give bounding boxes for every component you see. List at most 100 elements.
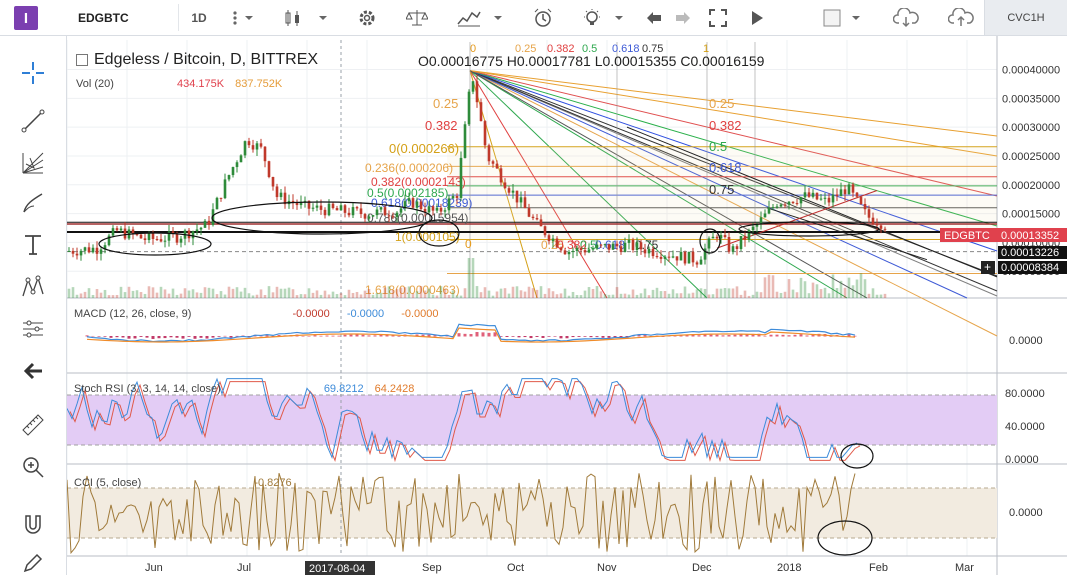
- candle-body: [351, 207, 355, 216]
- volume-bar: [95, 289, 99, 298]
- candle-body: [599, 244, 603, 246]
- candle-body: [239, 155, 243, 163]
- candle-body: [415, 201, 419, 208]
- candle-body: [123, 228, 127, 239]
- volume-bar: [199, 292, 203, 298]
- crosshair-icon[interactable]: [18, 58, 48, 88]
- cci-value: -0.8276: [254, 477, 292, 489]
- interval-menu-icon[interactable]: [222, 4, 258, 31]
- volume-bar: [395, 289, 399, 298]
- stoch-axis-label: 80.0000: [1005, 388, 1045, 400]
- volume-bar: [331, 291, 335, 298]
- candle-body: [439, 207, 443, 212]
- macd-histogram-bar: [373, 335, 377, 337]
- prediction-icon[interactable]: [18, 314, 48, 344]
- candle-body: [603, 244, 607, 246]
- volume-bar: [147, 286, 151, 298]
- volume-bar: [135, 290, 139, 298]
- fib-retr-label: 0.786(0.00015954): [367, 211, 468, 225]
- fullscreen-icon[interactable]: [702, 4, 734, 31]
- candle-body: [319, 205, 323, 210]
- candle-body: [819, 198, 823, 200]
- volume-bar: [619, 293, 623, 298]
- replay-bulb-icon[interactable]: [572, 4, 634, 31]
- back-arrow-icon[interactable]: [18, 356, 48, 386]
- zoom-icon[interactable]: [18, 452, 48, 482]
- settings-gear-icon[interactable]: [350, 4, 384, 31]
- candle-style-icon[interactable]: [275, 4, 335, 31]
- volume-bar: [307, 288, 311, 298]
- app-logo[interactable]: I: [14, 6, 38, 30]
- fib-fan-icon[interactable]: [18, 148, 48, 178]
- volume-bar: [723, 288, 727, 298]
- trend-line-icon[interactable]: [18, 106, 48, 136]
- volume-bar: [767, 274, 771, 298]
- brush-icon[interactable]: [18, 188, 48, 218]
- volume-bar: [251, 295, 255, 298]
- crosshair-date-label: 2017-08-04: [309, 563, 365, 575]
- macd-histogram-bar: [601, 336, 605, 338]
- candle-body: [399, 208, 403, 213]
- candle-body: [271, 176, 275, 187]
- macd-histogram-bar: [103, 336, 107, 337]
- text-tool-icon[interactable]: [18, 230, 48, 260]
- volume-bar: [667, 293, 671, 298]
- stoch-legend: Stoch RSI (3, 3, 14, 14, close) 69.8212 …: [74, 383, 414, 395]
- macd-histogram-bar: [595, 336, 599, 337]
- symbol-search[interactable]: EDGBTC: [72, 4, 179, 31]
- candle-body: [611, 243, 615, 250]
- candle-body: [843, 189, 847, 195]
- compare-scale-icon[interactable]: [397, 4, 437, 31]
- macd-histogram-bar: [775, 334, 779, 337]
- volume-bar: [583, 290, 587, 298]
- candle-body: [491, 161, 495, 164]
- ruler-icon[interactable]: [18, 410, 48, 440]
- candle-body: [203, 220, 207, 228]
- redo-icon[interactable]: [668, 4, 698, 31]
- price-chart[interactable]: 0 0.25 0.382 0.5 0.618 0.75 10.250.3820.50.618…: [67, 36, 1067, 575]
- collapse-icon[interactable]: [76, 53, 88, 66]
- macd-histogram-bar: [805, 335, 809, 337]
- candle-body: [771, 207, 775, 209]
- candle-body: [647, 248, 651, 254]
- pattern-icon[interactable]: [18, 272, 48, 302]
- cloud-upload-icon[interactable]: [936, 4, 986, 31]
- macd-histogram-bar: [349, 334, 353, 337]
- candle-body: [551, 238, 555, 242]
- tab-cvc1h[interactable]: CVC1H: [984, 0, 1067, 35]
- volume-bar: [591, 288, 595, 298]
- volume-bar: [527, 286, 531, 298]
- volume-bar: [847, 277, 851, 298]
- level-badge-value: 0.00008384: [1001, 262, 1059, 274]
- macd-value-1: -0.0000: [292, 308, 330, 320]
- fib-zero-label: 0: [465, 237, 472, 251]
- volume-bar: [143, 293, 147, 298]
- volume-bar: [675, 293, 679, 298]
- alert-clock-icon[interactable]: [525, 4, 561, 31]
- volume-bar: [563, 288, 567, 298]
- volume-bar: [243, 287, 247, 298]
- play-icon[interactable]: [742, 4, 772, 31]
- layout-square-icon[interactable]: [818, 4, 866, 31]
- magnet-icon[interactable]: [18, 510, 48, 540]
- undo-icon[interactable]: [638, 4, 670, 31]
- candle-body: [331, 203, 335, 209]
- pencil-lock-icon[interactable]: [18, 548, 48, 578]
- macd-histogram-bar: [511, 336, 515, 337]
- interval-selector[interactable]: 1D: [180, 4, 218, 31]
- volume-bar: [219, 291, 223, 298]
- fib-retr-label: 0.236(0.000206): [365, 161, 453, 175]
- time-axis-label: Mar: [955, 562, 974, 574]
- candle-body: [119, 228, 123, 231]
- volume-bar: [703, 288, 707, 298]
- indicators-icon[interactable]: [447, 4, 513, 31]
- volume-bar: [271, 292, 275, 298]
- macd-histogram-bar: [193, 336, 197, 339]
- time-axis-label: 2018: [777, 562, 801, 574]
- volume-bar: [423, 290, 427, 298]
- cloud-download-icon[interactable]: [876, 4, 936, 31]
- volume-bar: [287, 287, 291, 298]
- macd-histogram-bar: [457, 333, 461, 337]
- time-axis-label: Jun: [145, 562, 163, 574]
- price-axis-label: 0.00020000: [1002, 180, 1060, 192]
